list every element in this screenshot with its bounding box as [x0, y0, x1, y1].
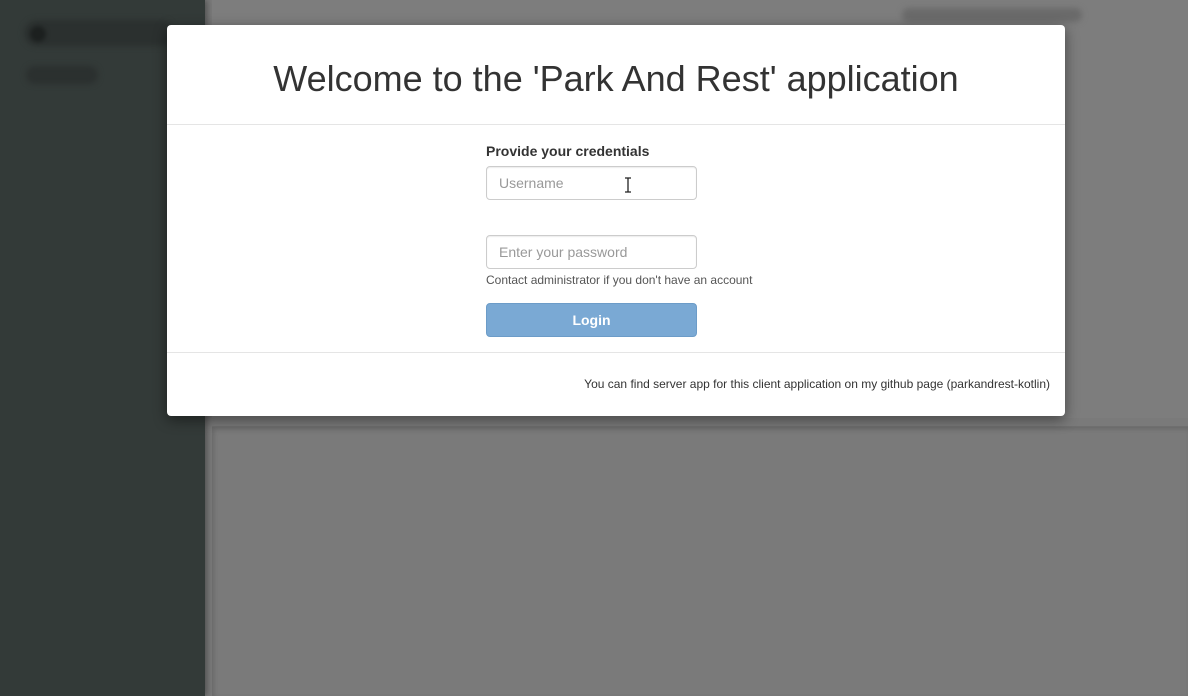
modal-footer: You can find server app for this client … [167, 353, 1065, 415]
help-text: Contact administrator if you don't have … [486, 273, 753, 287]
footer-text: You can find server app for this client … [584, 377, 1050, 391]
background-logo [24, 20, 174, 46]
login-modal: Welcome to the 'Park And Rest' applicati… [167, 25, 1065, 416]
login-form: Provide your credentials Contact adminis… [486, 143, 786, 337]
modal-header: Welcome to the 'Park And Rest' applicati… [167, 25, 1065, 125]
password-input[interactable] [486, 235, 697, 269]
background-avatar [30, 26, 46, 42]
background-user-info [902, 8, 1082, 22]
username-input[interactable] [486, 166, 697, 200]
login-button[interactable]: Login [486, 303, 697, 337]
modal-title: Welcome to the 'Park And Rest' applicati… [273, 57, 959, 99]
background-content [212, 426, 1188, 696]
background-nav-button [26, 66, 98, 84]
text-cursor-icon [625, 177, 631, 193]
credentials-label: Provide your credentials [486, 143, 650, 159]
modal-body: Provide your credentials Contact adminis… [167, 125, 1065, 353]
